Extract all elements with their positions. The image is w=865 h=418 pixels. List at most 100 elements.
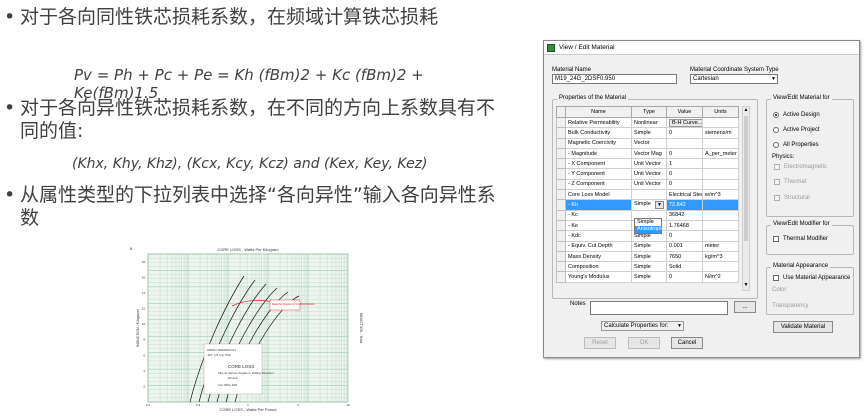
cell-units[interactable]: A_per_meter <box>702 147 739 160</box>
table-row[interactable]: Young's Modulus Simple 0 N/m^2 <box>556 271 739 283</box>
row-selector[interactable] <box>556 147 566 160</box>
cell-type[interactable]: Simple <box>631 250 667 263</box>
cell-name[interactable]: Core Loss Model <box>565 189 632 201</box>
cell-units[interactable] <box>702 261 739 273</box>
table-row[interactable]: - Equiv. Cut Depth Simple 0.001 meter <box>556 240 739 252</box>
cell-name[interactable]: Relative Permeability <box>565 116 632 129</box>
row-selector[interactable] <box>556 230 566 242</box>
validate-material-button[interactable]: Validate Material <box>773 321 833 333</box>
cell-name[interactable]: Mass Density <box>565 250 632 263</box>
table-row[interactable]: Bulk Conductivity Simple 0 siemens/m <box>556 127 739 139</box>
cell-units[interactable]: kg/m^3 <box>702 250 739 263</box>
cell-name[interactable]: - Kc <box>565 209 632 221</box>
cell-value[interactable]: 0.001 <box>666 240 703 252</box>
row-selector[interactable] <box>556 209 566 221</box>
cell-units[interactable] <box>702 137 739 149</box>
cell-type[interactable]: Vector <box>631 137 667 149</box>
cell-value[interactable]: Solid <box>666 261 703 273</box>
cell-value[interactable]: 36842 <box>666 209 703 221</box>
row-selector[interactable] <box>556 240 566 252</box>
cell-type[interactable]: Simple <box>631 127 667 139</box>
check-thermal-modifier[interactable]: Thermal Modifier <box>773 236 828 242</box>
cell-units[interactable]: w/m^3 <box>702 189 739 201</box>
cell-value[interactable]: 0 <box>666 230 703 242</box>
radio-all-properties[interactable]: All Properties <box>773 142 819 148</box>
table-row[interactable]: - X Component Unit Vector 1 <box>556 158 739 170</box>
cell-name[interactable]: - Magnitude <box>565 147 632 160</box>
cell-value[interactable]: 0 <box>666 178 703 191</box>
cell-value[interactable]: Electrical Steel <box>666 189 703 201</box>
cell-type[interactable]: Unit Vector <box>631 168 667 180</box>
cell-units[interactable] <box>702 116 739 129</box>
cell-type[interactable]: Nonlinear <box>631 116 667 129</box>
check-use-material-appearance[interactable]: Use Material Appearance <box>773 275 850 281</box>
table-row[interactable]: Core Loss Model Electrical Steel w/m^3 <box>556 189 739 201</box>
row-selector[interactable] <box>556 189 566 201</box>
cell-type[interactable]: Vector Mag <box>631 147 667 160</box>
cell-value[interactable]: 1 <box>666 158 703 170</box>
cell-value[interactable]: 0 <box>666 168 703 180</box>
cell-name[interactable]: Bulk Conductivity <box>565 127 632 139</box>
cell-units[interactable] <box>702 168 739 180</box>
material-name-field[interactable]: M19_24G_2DSF0.950 <box>552 74 677 84</box>
notes-more-button[interactable]: ... <box>734 301 756 313</box>
coord-system-select[interactable]: Cartesian ▼ <box>690 74 778 84</box>
scroll-up-icon[interactable]: ▲ <box>743 107 749 115</box>
col-units[interactable]: Units <box>702 106 739 118</box>
scroll-thumb[interactable] <box>744 116 748 241</box>
row-selector[interactable] <box>556 271 566 283</box>
scroll-down-icon[interactable]: ▼ <box>743 282 749 290</box>
dropdown-option-anisotropic[interactable]: Anisotropic <box>635 226 664 233</box>
row-selector[interactable] <box>556 199 566 211</box>
cell-units[interactable] <box>702 178 739 191</box>
cell-units[interactable] <box>702 209 739 221</box>
cell-value[interactable]: 0 <box>666 127 703 139</box>
table-row[interactable]: - Y Component Unit Vector 0 <box>556 168 739 180</box>
properties-vscroll[interactable]: ▲ ▼ <box>742 106 750 291</box>
row-selector[interactable] <box>556 158 566 170</box>
type-select-value[interactable]: Simple <box>634 201 651 207</box>
table-row[interactable]: Mass Density Simple 7650 kg/m^3 <box>556 250 739 263</box>
cell-value[interactable]: 7650 <box>666 250 703 263</box>
cell-units[interactable] <box>702 158 739 170</box>
cell-name[interactable]: Young's Modulus <box>565 271 632 283</box>
cell-type[interactable]: Simple <box>631 271 667 283</box>
cell-name[interactable]: - Kh <box>565 199 632 211</box>
cell-value[interactable]: 0 <box>666 271 703 283</box>
dialog-titlebar[interactable]: View / Edit Material <box>544 41 859 55</box>
row-selector[interactable] <box>556 116 566 129</box>
table-row[interactable]: - Z Component Unit Vector 0 <box>556 178 739 191</box>
table-row[interactable]: Composition Simple Solid <box>556 261 739 273</box>
dropdown-option-simple[interactable]: Simple <box>635 219 661 226</box>
table-row[interactable]: Magnetic Coercivity Vector <box>556 137 739 149</box>
row-selector[interactable] <box>556 250 566 263</box>
cell-name[interactable]: - Z Component <box>565 178 632 191</box>
row-selector[interactable] <box>556 127 566 139</box>
cell-type[interactable]: Simple <box>631 261 667 273</box>
cell-name[interactable]: Magnetic Coercivity <box>565 137 632 149</box>
type-dropdown-list[interactable]: Simple Anisotropic <box>634 218 664 234</box>
chevron-down-icon[interactable]: ▼ <box>655 201 664 210</box>
cell-units[interactable] <box>702 199 739 211</box>
cell-units[interactable]: siemens/m <box>702 127 739 139</box>
table-row[interactable]: - Kh Simple ▼ 72.842 <box>556 199 739 211</box>
cell-name[interactable]: - Equiv. Cut Depth <box>565 240 632 252</box>
cell-name[interactable]: - Ke <box>565 219 632 232</box>
cell-value[interactable] <box>666 137 703 149</box>
cell-units[interactable]: meter <box>702 240 739 252</box>
cell-type[interactable]: Unit Vector <box>631 178 667 191</box>
cell-units[interactable]: N/m^2 <box>702 271 739 283</box>
col-value[interactable]: Value <box>666 106 703 118</box>
cell-value[interactable]: 0 <box>666 147 703 160</box>
reset-button[interactable]: Reset <box>584 337 616 349</box>
cell-units[interactable] <box>702 219 739 232</box>
col-name[interactable]: Name <box>565 106 632 118</box>
cell-type[interactable]: Unit Vector <box>631 158 667 170</box>
cancel-button[interactable]: Cancel <box>671 337 703 349</box>
row-selector[interactable] <box>556 178 566 191</box>
cell-type[interactable]: Simple ▼ <box>631 199 667 211</box>
cell-type[interactable]: Simple <box>631 240 667 252</box>
row-selector[interactable] <box>556 219 566 232</box>
cell-type[interactable] <box>631 189 667 201</box>
cell-name[interactable]: - X Component <box>565 158 632 170</box>
